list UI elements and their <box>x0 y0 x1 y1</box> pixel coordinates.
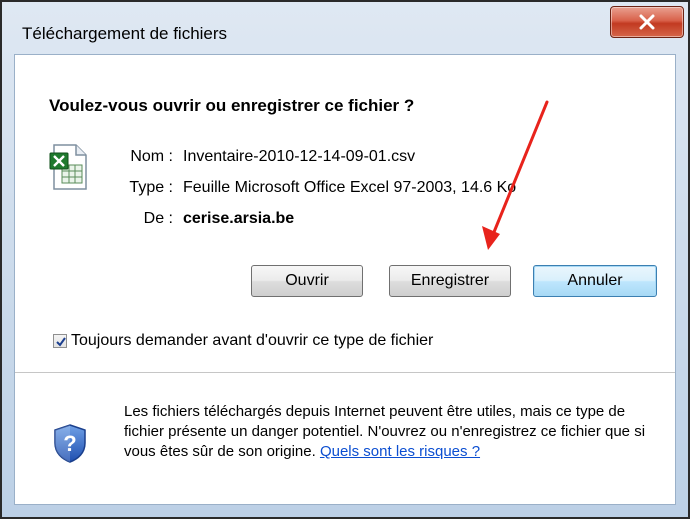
always-ask-checkbox[interactable] <box>53 334 67 348</box>
cancel-button[interactable]: Annuler <box>533 265 657 297</box>
always-ask-option[interactable]: Toujours demander avant d'ouvrir ce type… <box>53 332 433 350</box>
risks-link[interactable]: Quels sont les risques ? <box>320 443 480 460</box>
file-name-value: Inventaire-2010-12-14-09-01.csv <box>183 148 416 165</box>
checkmark-icon <box>56 337 66 347</box>
close-x-icon <box>639 14 655 30</box>
warning-message: Les fichiers téléchargés depuis Internet… <box>124 402 649 462</box>
save-button[interactable]: Enregistrer <box>389 265 511 297</box>
file-type-value: Feuille Microsoft Office Excel 97-2003, … <box>183 179 517 196</box>
svg-text:?: ? <box>63 431 76 456</box>
file-source-value: cerise.arsia.be <box>183 210 295 227</box>
title-bar[interactable]: Téléchargement de fichiers <box>2 2 688 54</box>
dialog-window: Téléchargement de fichiers Voulez-vous o… <box>0 0 690 519</box>
file-name-label: Nom : <box>130 148 173 165</box>
dialog-content: Voulez-vous ouvrir ou enregistrer ce fic… <box>14 54 676 505</box>
always-ask-label: Toujours demander avant d'ouvrir ce type… <box>71 332 434 349</box>
window-title: Téléchargement de fichiers <box>22 24 228 43</box>
dialog-question: Voulez-vous ouvrir ou enregistrer ce fic… <box>49 96 415 115</box>
file-type-label: Type : <box>129 179 173 196</box>
file-source-label: De : <box>143 210 173 227</box>
close-button[interactable] <box>610 6 684 38</box>
shield-question-icon: ? <box>54 424 86 463</box>
open-button[interactable]: Ouvrir <box>251 265 363 297</box>
